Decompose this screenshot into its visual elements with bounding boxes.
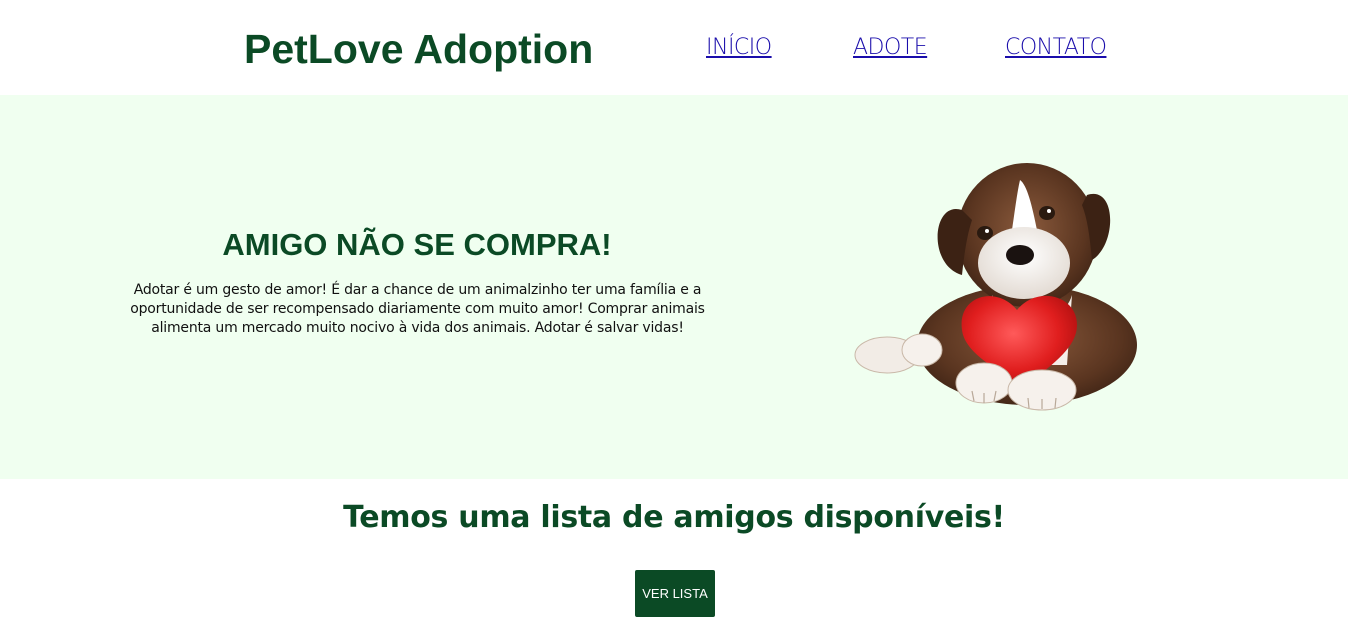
available-list-heading: Temos uma lista de amigos disponíveis! (343, 500, 1005, 535)
view-list-button[interactable]: VER LISTA (635, 570, 715, 617)
site-logo[interactable]: PetLove Adoption (244, 24, 593, 74)
nav-link-contato[interactable]: CONTATO (1005, 34, 1107, 62)
nav-link-inicio[interactable]: INÍCIO (706, 34, 772, 62)
hero-section: AMIGO NÃO SE COMPRA! Adotar é um gesto d… (0, 95, 1348, 479)
puppy-with-heart-image (854, 163, 1137, 411)
hero-description: Adotar é um gesto de amor! É dar a chanc… (130, 282, 705, 336)
nav-link-adote[interactable]: ADOTE (853, 34, 928, 62)
hero-title: AMIGO NÃO SE COMPRA! (222, 227, 612, 262)
site-header: PetLove Adoption INÍCIO ADOTE CONTATO (0, 0, 1348, 95)
